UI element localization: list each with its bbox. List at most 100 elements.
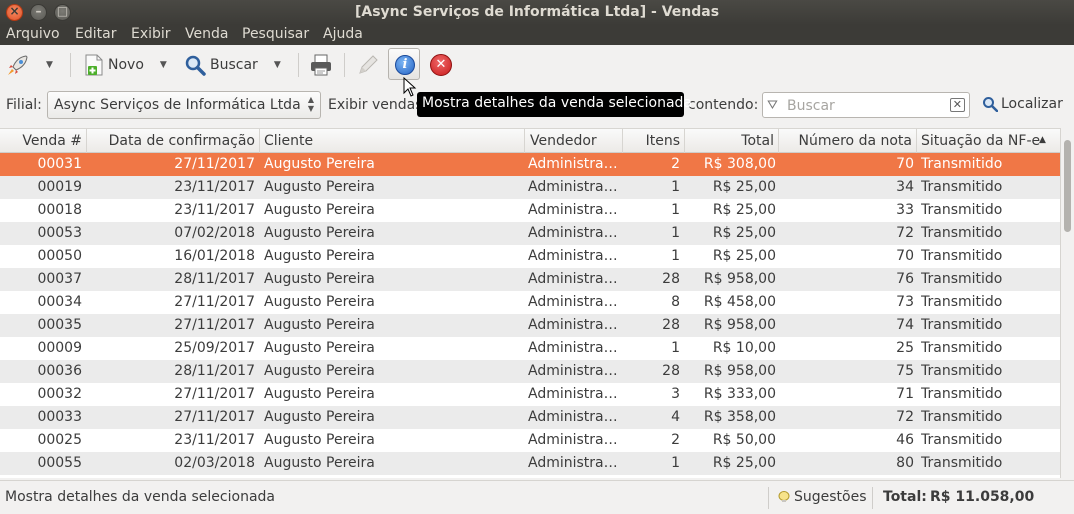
cell-total: R$ 958,00 <box>703 317 776 333</box>
cell-items: 1 <box>671 179 680 195</box>
table-row[interactable]: 00050 16/01/2018 Augusto Pereira Administra… <box>0 245 1060 268</box>
menu-exibir[interactable]: Exibir <box>131 26 171 42</box>
menu-pesquisar[interactable]: Pesquisar <box>242 26 309 42</box>
table-row[interactable]: 00035 27/11/2017 Augusto Pereira Administra… <box>0 314 1060 337</box>
menu-venda[interactable]: Venda <box>185 26 228 42</box>
column-header-confirmation-date[interactable]: Data de confirmação <box>109 133 255 149</box>
cell-confirmation-date: 27/11/2017 <box>174 409 255 425</box>
cell-nfe-status: Transmitido <box>921 248 1003 264</box>
new-dropdown-arrow[interactable]: ▼ <box>160 60 167 70</box>
cell-sale-number: 00034 <box>37 294 82 310</box>
table-row[interactable]: 00009 25/09/2017 Augusto Pereira Administra… <box>0 337 1060 360</box>
branch-select[interactable]: Async Serviços de Informática Ltda ▲ ▼ <box>47 91 321 119</box>
cell-nfe-status: Transmitido <box>921 317 1003 333</box>
total-label: Total: <box>883 489 927 505</box>
search-dropdown-arrow[interactable]: ▼ <box>274 60 281 70</box>
cell-items: 4 <box>671 409 680 425</box>
cell-seller: Administra… <box>528 432 618 448</box>
column-divider <box>622 129 623 153</box>
cell-seller: Administra… <box>528 271 618 287</box>
cell-items: 2 <box>671 156 680 172</box>
status-message: Mostra detalhes da venda selecionada <box>5 489 275 505</box>
print-button[interactable] <box>309 52 333 78</box>
cell-items: 28 <box>662 363 680 379</box>
table-row[interactable]: 00019 23/11/2017 Augusto Pereira Administra… <box>0 176 1060 199</box>
cell-items: 2 <box>671 432 680 448</box>
column-header-client[interactable]: Cliente <box>264 133 313 149</box>
table-row[interactable]: 00031 27/11/2017 Augusto Pereira Administra… <box>0 153 1060 176</box>
table-row[interactable]: 00036 28/11/2017 Augusto Pereira Administra… <box>0 360 1060 383</box>
cell-sale-number: 00032 <box>37 386 82 402</box>
cell-sale-number: 00025 <box>37 432 82 448</box>
column-header-invoice-number[interactable]: Número da nota <box>799 133 912 149</box>
launcher-button[interactable]: ▼ <box>6 52 53 78</box>
table-row[interactable]: 00034 27/11/2017 Augusto Pereira Administra… <box>0 291 1060 314</box>
column-header-items[interactable]: Itens <box>646 133 680 149</box>
cell-total: R$ 458,00 <box>703 294 776 310</box>
info-icon: i <box>395 55 415 75</box>
search-input[interactable]: ⛛ Buscar ✕ <box>762 92 970 118</box>
menu-arquivo[interactable]: Arquivo <box>6 26 60 42</box>
table-row[interactable]: 00053 07/02/2018 Augusto Pereira Administra… <box>0 222 1060 245</box>
details-button[interactable]: i <box>388 48 420 80</box>
cell-seller: Administra… <box>528 225 618 241</box>
cell-seller: Administra… <box>528 386 618 402</box>
mouse-cursor-icon <box>403 77 417 97</box>
cell-client: Augusto Pereira <box>264 363 375 379</box>
launcher-dropdown-arrow[interactable]: ▼ <box>46 60 53 70</box>
cell-sale-number: 00009 <box>37 340 82 356</box>
cell-confirmation-date: 27/11/2017 <box>174 317 255 333</box>
cell-client: Augusto Pereira <box>264 432 375 448</box>
status-separator <box>872 487 873 509</box>
menu-ajuda[interactable]: Ajuda <box>323 26 363 42</box>
cell-seller: Administra… <box>528 202 618 218</box>
branch-select-value: Async Serviços de Informática Ltda <box>54 97 301 113</box>
search-button[interactable]: Buscar ▼ <box>184 52 281 78</box>
cell-items: 1 <box>671 225 680 241</box>
column-header-sale-number[interactable]: Venda # <box>22 133 82 149</box>
cell-nfe-status: Transmitido <box>921 386 1003 402</box>
table-row[interactable]: 00055 02/03/2018 Augusto Pereira Administra… <box>0 452 1060 475</box>
cell-sale-number: 00019 <box>37 179 82 195</box>
cancel-sale-button[interactable]: ✕ <box>430 54 452 76</box>
cell-items: 1 <box>671 455 680 471</box>
menu-editar[interactable]: Editar <box>75 26 116 42</box>
column-header-total[interactable]: Total <box>741 133 774 149</box>
column-header-seller[interactable]: Vendedor <box>530 133 597 149</box>
menu-bar: Arquivo Editar Exibir Venda Pesquisar Aj… <box>0 25 1074 45</box>
table-row[interactable]: 00018 23/11/2017 Augusto Pereira Administra… <box>0 199 1060 222</box>
cell-nfe-status: Transmitido <box>921 409 1003 425</box>
cell-nfe-status: Transmitido <box>921 202 1003 218</box>
vertical-scrollbar[interactable] <box>1060 128 1074 478</box>
scrollbar-thumb[interactable] <box>1064 140 1071 232</box>
table-row[interactable]: 00037 28/11/2017 Augusto Pereira Administra… <box>0 268 1060 291</box>
sort-ascending-icon: ▲ <box>1039 135 1046 145</box>
toolbar-separator <box>298 53 299 77</box>
cell-items: 1 <box>671 340 680 356</box>
cell-items: 1 <box>671 202 680 218</box>
column-divider <box>259 129 260 153</box>
cell-nfe-status: Transmitido <box>921 179 1003 195</box>
table-row[interactable]: 00033 27/11/2017 Augusto Pereira Administra… <box>0 406 1060 429</box>
table-row[interactable]: 00032 27/11/2017 Augusto Pereira Administra… <box>0 383 1060 406</box>
cell-invoice-number: 70 <box>896 248 914 264</box>
new-document-icon <box>85 54 103 76</box>
column-divider <box>86 129 87 153</box>
new-button[interactable]: Novo ▼ <box>82 52 167 78</box>
funnel-icon: ⛛ <box>767 98 778 113</box>
cell-client: Augusto Pereira <box>264 225 375 241</box>
find-button[interactable]: Localizar <box>982 96 1063 112</box>
suggestions-button[interactable]: Sugestões <box>777 489 867 505</box>
clear-icon[interactable]: ✕ <box>949 98 965 112</box>
cell-total: R$ 958,00 <box>703 363 776 379</box>
cell-invoice-number: 33 <box>896 202 914 218</box>
cell-confirmation-date: 27/11/2017 <box>174 386 255 402</box>
cell-seller: Administra… <box>528 317 618 333</box>
cell-nfe-status: Transmitido <box>921 363 1003 379</box>
cell-invoice-number: 72 <box>896 409 914 425</box>
suggestions-label: Sugestões <box>794 489 867 505</box>
edit-button[interactable] <box>356 52 380 78</box>
table-row[interactable]: 00025 23/11/2017 Augusto Pereira Administra… <box>0 429 1060 452</box>
column-header-nfe-status[interactable]: Situação da NF-e <box>921 133 1040 149</box>
cell-confirmation-date: 27/11/2017 <box>174 294 255 310</box>
